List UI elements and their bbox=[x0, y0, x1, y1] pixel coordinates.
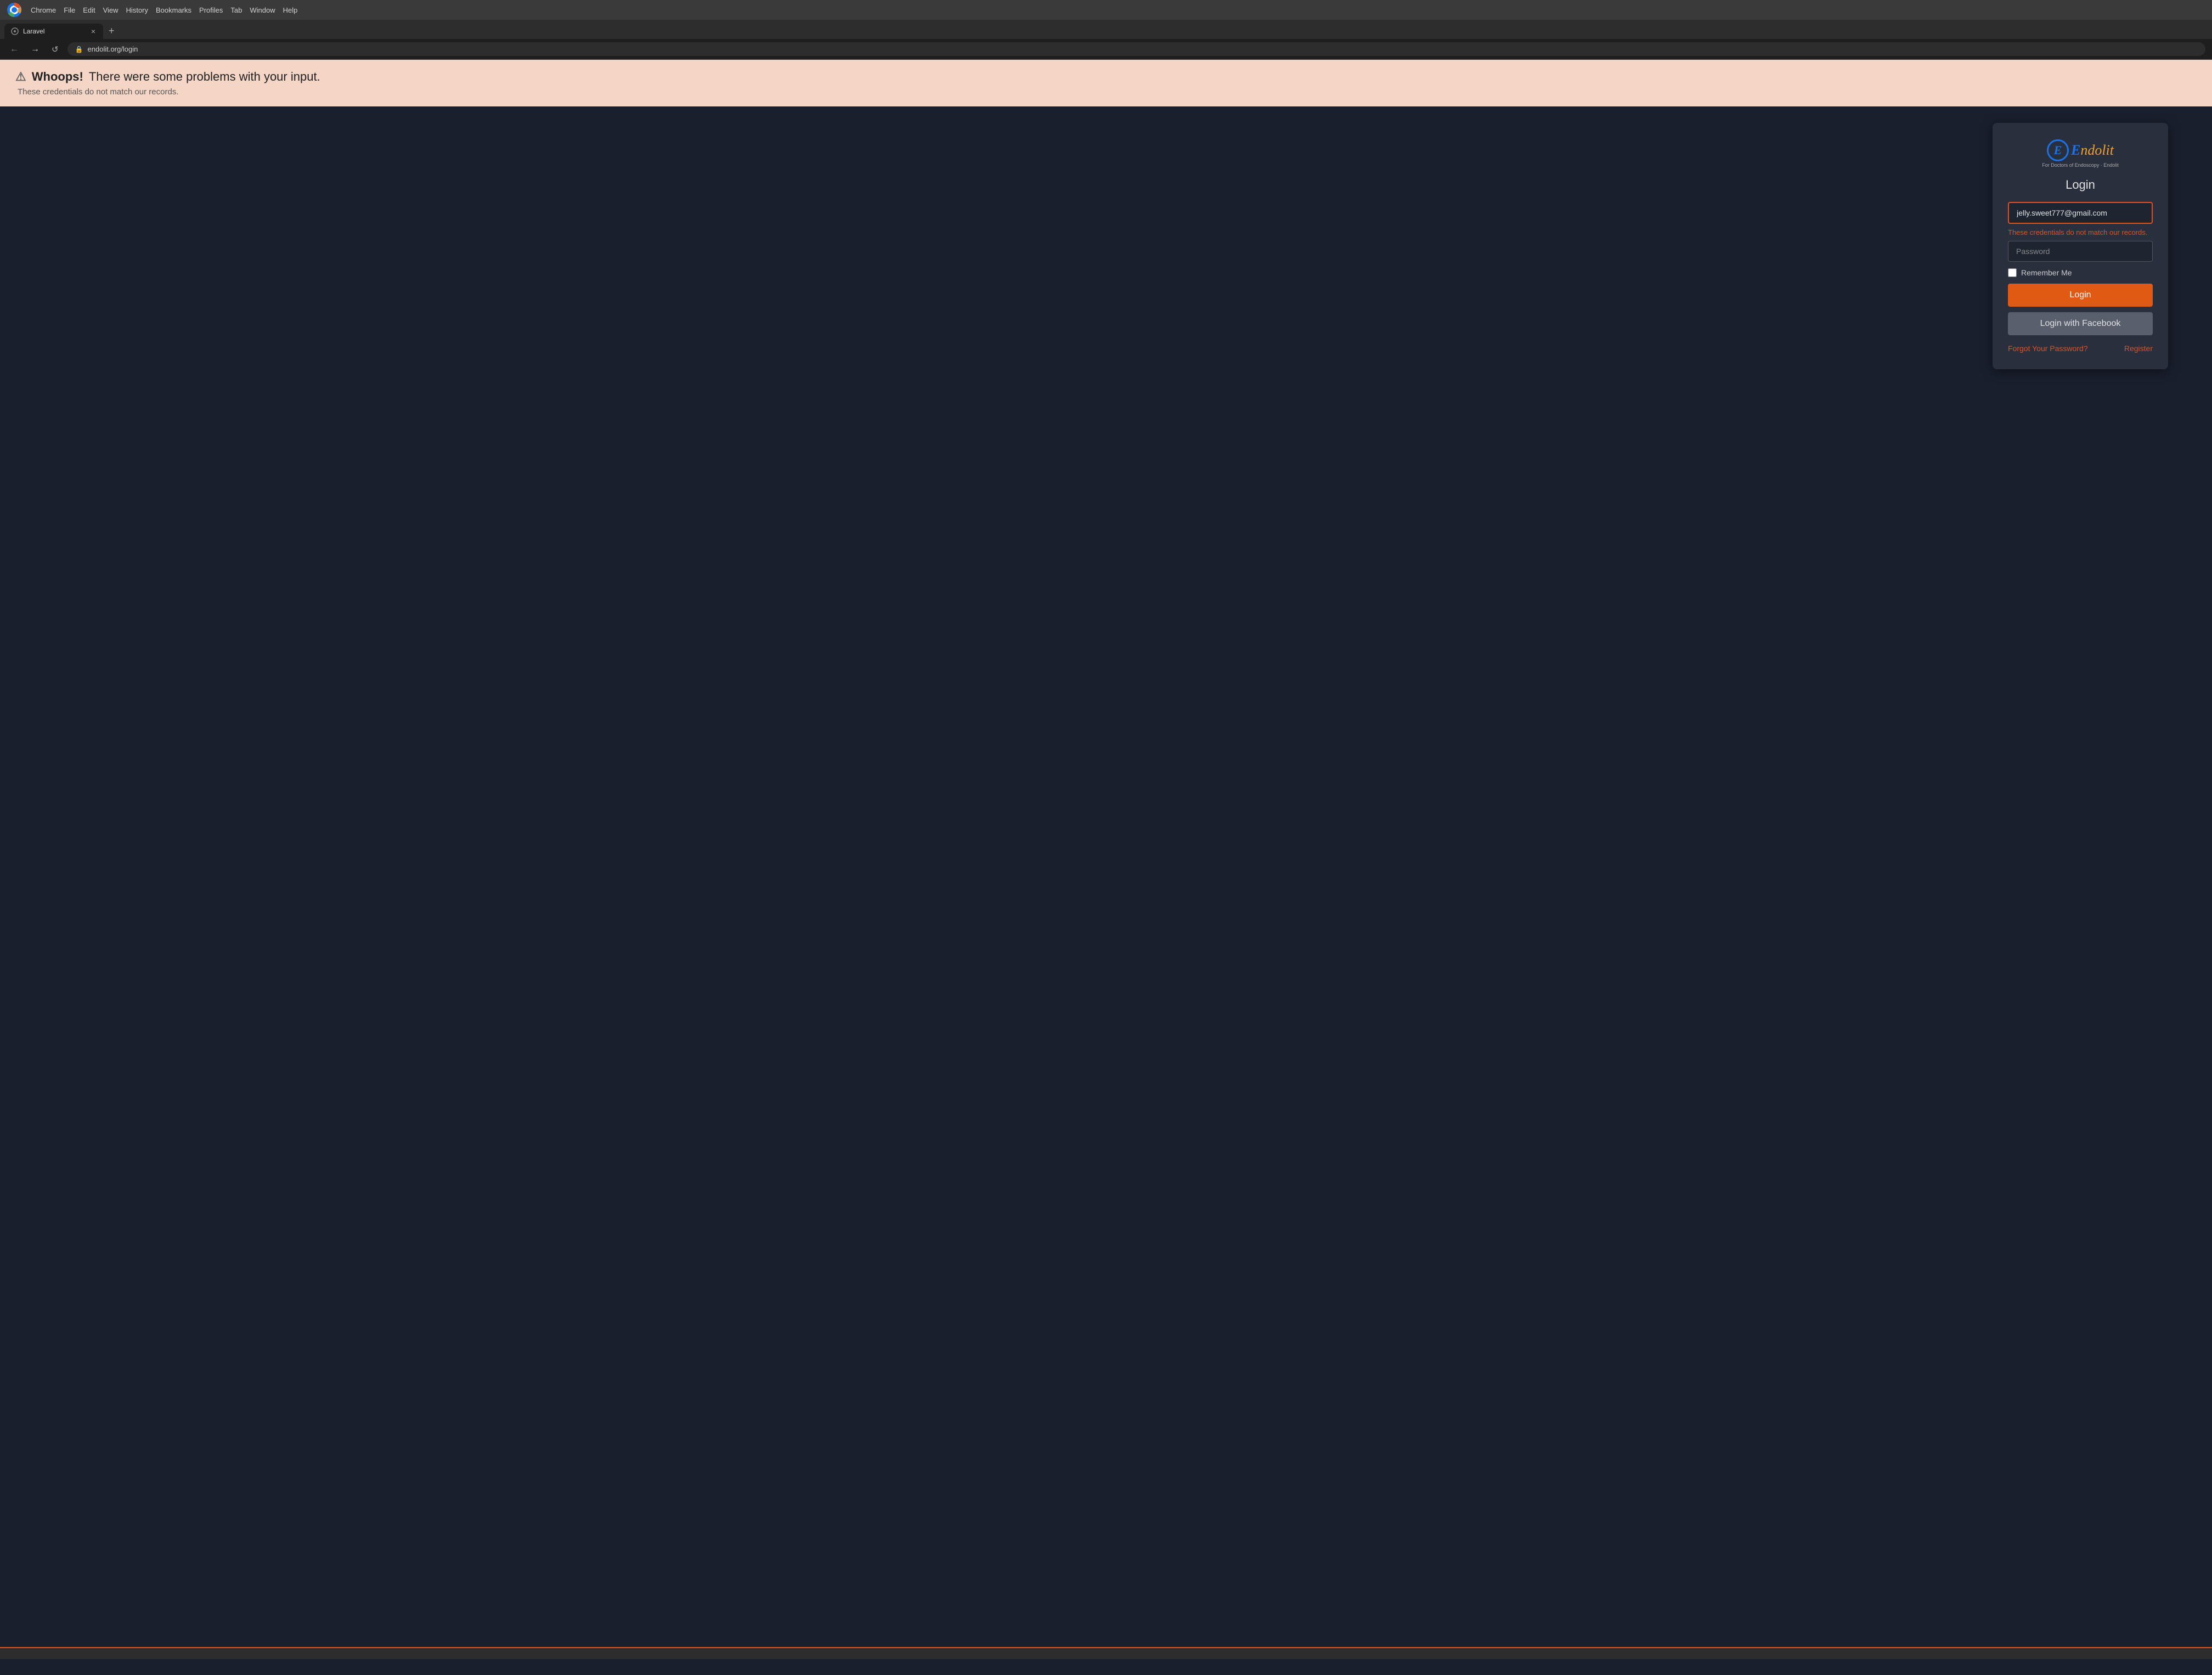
menu-items: Chrome File Edit View History Bookmarks … bbox=[31, 6, 297, 14]
forward-button[interactable]: → bbox=[27, 43, 43, 55]
main-area: E Endolit For Doctors of Endoscopy · End… bbox=[0, 106, 2212, 391]
login-card: E Endolit For Doctors of Endoscopy · End… bbox=[1993, 123, 2168, 369]
address-bar[interactable]: 🔒 endolit.org/login bbox=[67, 42, 2205, 56]
error-banner-title: ⚠ Whoops! There were some problems with … bbox=[15, 70, 2197, 84]
password-field[interactable] bbox=[2008, 241, 2153, 262]
error-title-rest: There were some problems with your input… bbox=[89, 70, 320, 84]
warning-icon: ⚠ bbox=[15, 70, 26, 84]
menu-chrome[interactable]: Chrome bbox=[31, 6, 56, 14]
error-title-bold: Whoops! bbox=[32, 70, 83, 84]
page-content: ⚠ Whoops! There were some problems with … bbox=[0, 60, 2212, 1675]
menu-help[interactable]: Help bbox=[283, 6, 298, 14]
lock-icon: 🔒 bbox=[75, 46, 83, 53]
menu-edit[interactable]: Edit bbox=[83, 6, 95, 14]
chrome-logo bbox=[7, 2, 22, 18]
back-button[interactable]: ← bbox=[7, 43, 22, 55]
facebook-login-button[interactable]: Login with Facebook bbox=[2008, 312, 2153, 335]
email-error-text: These credentials do not match our recor… bbox=[2008, 228, 2153, 236]
register-link[interactable]: Register bbox=[2124, 344, 2153, 353]
email-input-group bbox=[2008, 202, 2153, 224]
error-banner-subtitle: These credentials do not match our recor… bbox=[18, 87, 2197, 97]
remember-me-row: Remember Me bbox=[2008, 268, 2153, 277]
logo-text: Endolit bbox=[2071, 142, 2114, 159]
password-input-group bbox=[2008, 241, 2153, 262]
tab-close-button[interactable]: × bbox=[90, 27, 97, 36]
url-display: endolit.org/login bbox=[88, 45, 138, 53]
bottom-links: Forgot Your Password? Register bbox=[2008, 344, 2153, 353]
menu-view[interactable]: View bbox=[103, 6, 119, 14]
forgot-password-link[interactable]: Forgot Your Password? bbox=[2008, 344, 2088, 353]
menu-window[interactable]: Window bbox=[250, 6, 275, 14]
browser-chrome: Chrome File Edit View History Bookmarks … bbox=[0, 0, 2212, 60]
login-button[interactable]: Login bbox=[2008, 284, 2153, 307]
menu-tab[interactable]: Tab bbox=[230, 6, 242, 14]
menu-profiles[interactable]: Profiles bbox=[199, 6, 223, 14]
tab-bar: Laravel × + bbox=[0, 20, 2212, 39]
logo-icon-circle: E bbox=[2047, 139, 2069, 161]
error-banner: ⚠ Whoops! There were some problems with … bbox=[0, 60, 2212, 106]
remember-me-checkbox[interactable] bbox=[2008, 268, 2017, 277]
active-tab[interactable]: Laravel × bbox=[4, 24, 103, 39]
address-bar-row: ← → ↺ 🔒 endolit.org/login bbox=[0, 39, 2212, 60]
refresh-button[interactable]: ↺ bbox=[48, 43, 62, 55]
menu-file[interactable]: File bbox=[64, 6, 75, 14]
new-tab-button[interactable]: + bbox=[103, 23, 120, 39]
logo-icon-e: E bbox=[2054, 143, 2062, 157]
menu-bar: Chrome File Edit View History Bookmarks … bbox=[0, 0, 2212, 20]
tab-title: Laravel bbox=[23, 27, 86, 35]
menu-history[interactable]: History bbox=[126, 6, 148, 14]
tab-favicon bbox=[11, 27, 19, 35]
logo-container: E Endolit For Doctors of Endoscopy · End… bbox=[2042, 139, 2119, 168]
remember-me-label: Remember Me bbox=[2021, 268, 2072, 277]
email-field[interactable] bbox=[2008, 202, 2153, 224]
card-title: Login bbox=[2008, 178, 2153, 192]
logo-tagline: For Doctors of Endoscopy · Endolit bbox=[2042, 162, 2119, 168]
logo-area: E Endolit For Doctors of Endoscopy · End… bbox=[2008, 139, 2153, 168]
logo-e: E bbox=[2071, 142, 2080, 158]
logo-ndolit: ndolit bbox=[2080, 142, 2114, 158]
menu-bookmarks[interactable]: Bookmarks bbox=[156, 6, 191, 14]
status-bar bbox=[0, 1647, 2212, 1659]
logo-graphic: E Endolit bbox=[2042, 139, 2119, 161]
